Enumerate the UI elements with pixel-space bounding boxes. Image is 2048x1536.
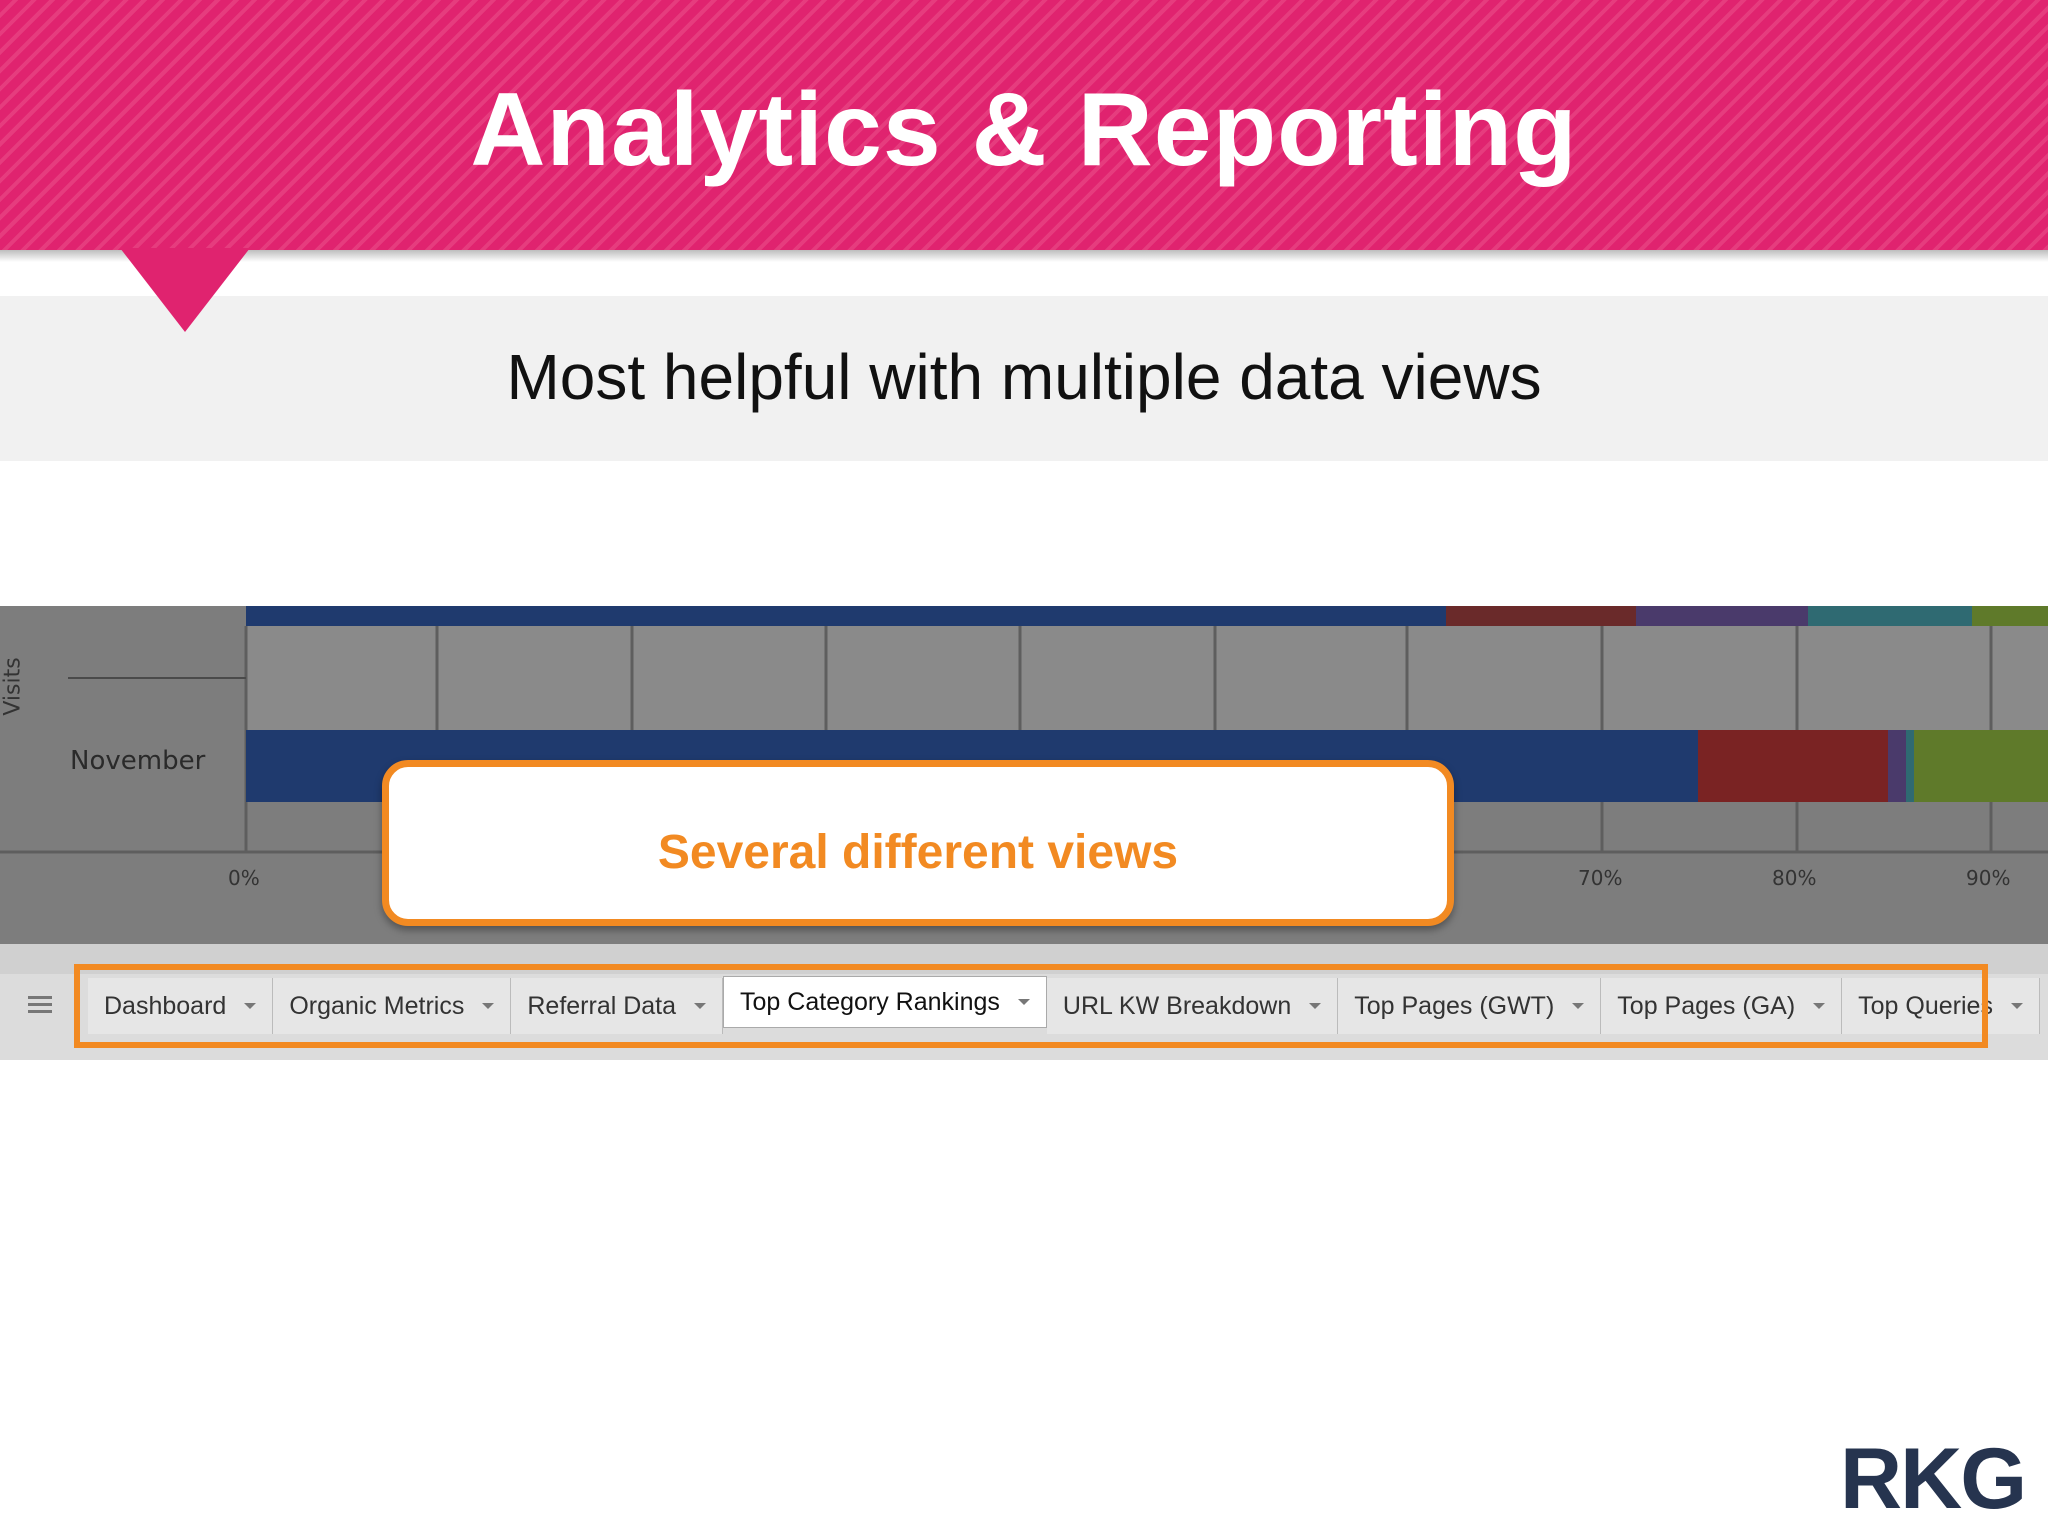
subtitle: Most helpful with multiple data views (506, 341, 1542, 413)
sheet-list-icon[interactable] (28, 996, 52, 1016)
tick-label: 90% (1966, 866, 2011, 890)
page-title: Analytics & Reporting (470, 72, 1578, 188)
rkg-logo: RKG (1840, 1431, 2027, 1527)
banner-pointer (120, 248, 250, 332)
banner-shadow (0, 250, 2048, 262)
tick-label: 70% (1578, 866, 1623, 890)
callout-text: Several different views (657, 826, 1179, 879)
y-axis-label-wrap: Visits (1, 650, 38, 730)
chevron-down-icon[interactable] (2010, 1003, 2023, 1009)
tabs-highlight-outline (74, 964, 1988, 1048)
y-axis-label: Visits (0, 657, 26, 716)
callout-box: Several different views (382, 760, 1454, 926)
row-label: November (70, 746, 206, 776)
tick-label: 80% (1772, 866, 1817, 890)
tick-label: 0% (228, 866, 260, 890)
